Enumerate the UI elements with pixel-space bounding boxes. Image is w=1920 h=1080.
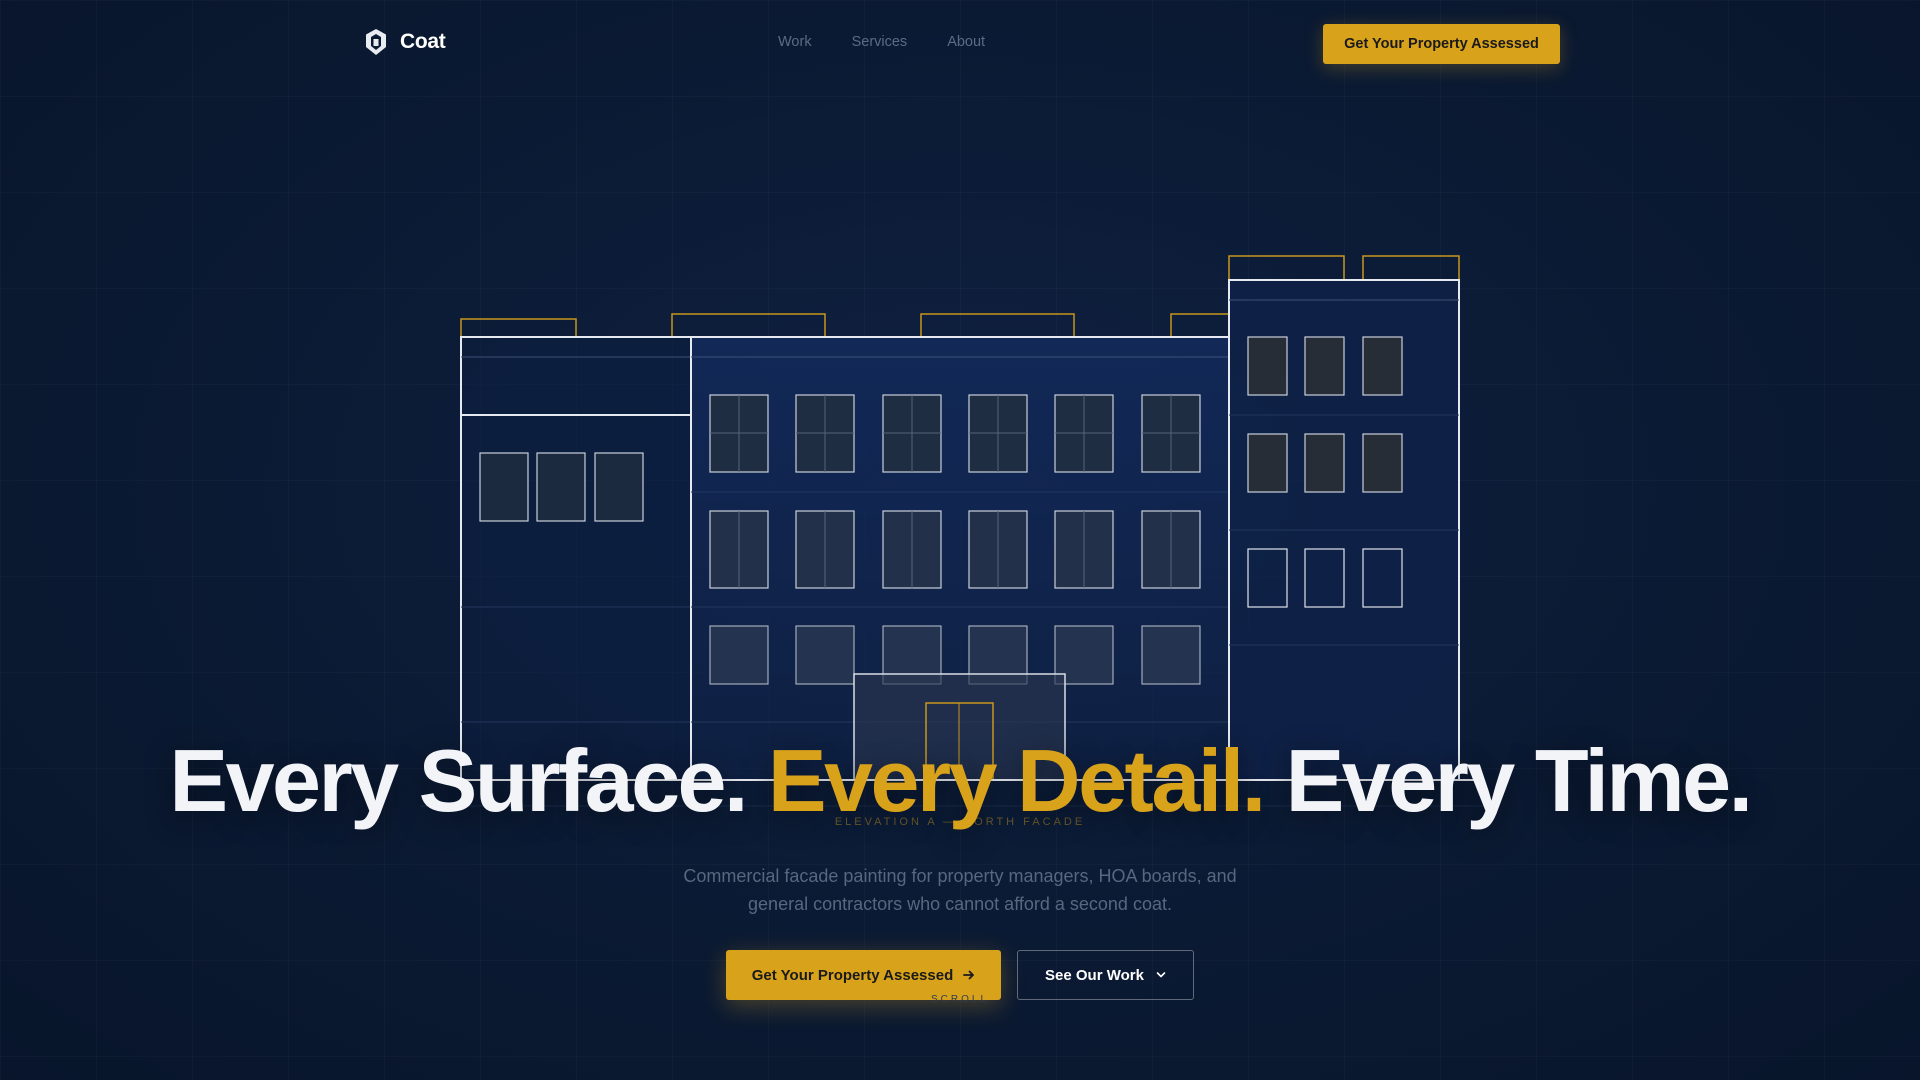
primary-assessment-button[interactable]: Get Your Property Assessed — [726, 950, 1001, 1000]
headline-part-1: Every Surface. — [169, 731, 768, 830]
hero-headline: Every Surface. Every Detail. Every Time. — [0, 731, 1920, 830]
building-elevation-illustration — [420, 255, 1500, 807]
arrow-right-icon — [963, 970, 975, 980]
nav-link-services[interactable]: Services — [852, 34, 908, 50]
top-navigation: Coat Work Services About Get Your Proper… — [0, 0, 1920, 88]
hero-subtitle: Commercial facade painting for property … — [683, 866, 1237, 914]
left-wing-windows — [479, 452, 644, 522]
page: ELEVATION A — NORTH FACADE Coat Work Ser… — [0, 0, 1920, 1080]
brand-logo-link[interactable]: Coat — [364, 28, 446, 56]
chevron-down-icon — [1156, 972, 1166, 978]
headline-accent: Every Detail. — [767, 731, 1266, 830]
see-our-work-button[interactable]: See Our Work — [1017, 950, 1194, 1000]
headline-part-3: Every Time. — [1263, 731, 1753, 830]
hero-cta-group: Get Your Property Assessed See Our Work — [726, 950, 1194, 1000]
nav-link-about[interactable]: About — [947, 34, 985, 50]
coat-logo-icon — [366, 29, 386, 55]
nav-link-work[interactable]: Work — [778, 34, 812, 50]
primary-button-label: Get Your Property Assessed — [751, 966, 954, 984]
nav-assessment-button[interactable]: Get Your Property Assessed — [1323, 24, 1560, 64]
nav-links: Work Services About — [778, 34, 985, 50]
brand-name: Coat — [400, 30, 446, 53]
secondary-button-label: See Our Work — [1045, 966, 1144, 984]
